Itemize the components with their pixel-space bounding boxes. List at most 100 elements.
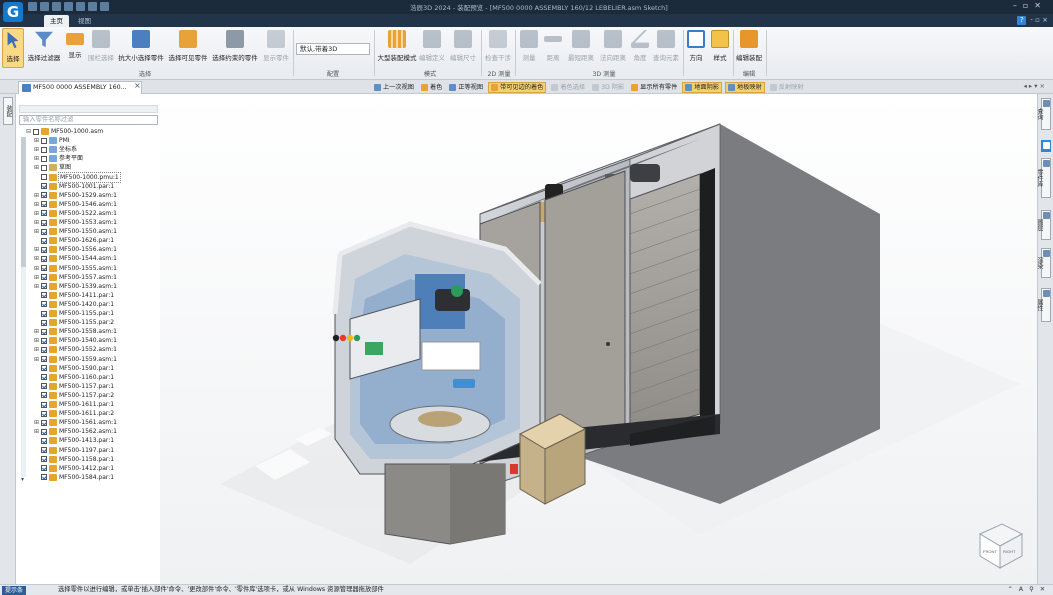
expand-toggle-icon[interactable]: ⊞ bbox=[34, 254, 41, 263]
expand-toggle-icon[interactable]: ⊞ bbox=[34, 145, 41, 154]
tree-node[interactable]: MF500-1160.par:1 bbox=[34, 373, 115, 382]
tree-node[interactable]: ⊞ 坐标系 bbox=[34, 145, 78, 154]
visibility-checkbox[interactable] bbox=[41, 228, 47, 235]
ribbon-minimize-controls[interactable]: - ▫ × bbox=[1030, 16, 1048, 25]
3d-viewport[interactable]: FRONT RIGHT bbox=[160, 94, 1037, 584]
tree-node[interactable]: ⊞ MF500-1561.asm:1 bbox=[34, 418, 118, 427]
select-visible-button[interactable]: 选择可见零件 bbox=[167, 28, 209, 68]
expand-toggle-icon[interactable]: ⊞ bbox=[34, 427, 41, 436]
query-element-button[interactable]: 查询元素 bbox=[652, 28, 680, 68]
properties-tab[interactable]: 属性 bbox=[1036, 288, 1051, 322]
expand-toggle-icon[interactable]: ⊞ bbox=[34, 154, 41, 163]
reflection-map-button[interactable]: 反射映射 bbox=[768, 82, 806, 93]
visibility-checkbox[interactable] bbox=[41, 146, 47, 153]
edit-assembly-button[interactable]: 编辑装配 bbox=[735, 28, 763, 68]
visibility-checkbox[interactable] bbox=[41, 174, 47, 180]
tab-navigation-arrows[interactable]: ◂ ▸ ▾ × bbox=[1024, 82, 1045, 90]
visibility-checkbox[interactable] bbox=[41, 274, 47, 281]
tree-node[interactable]: MF500-1155.par:1 bbox=[34, 309, 115, 318]
angle-button[interactable]: 角度 bbox=[630, 28, 650, 68]
visibility-checkbox[interactable] bbox=[41, 374, 47, 381]
select-by-size-button[interactable]: 抗大小选择零件 bbox=[117, 28, 165, 68]
assembly-pathfinder-tab[interactable]: 装配 bbox=[3, 97, 13, 125]
expand-toggle-icon[interactable]: ⊟ bbox=[26, 127, 33, 136]
shade-selection-button[interactable]: 着色选择 bbox=[549, 82, 587, 93]
visibility-checkbox[interactable] bbox=[41, 310, 47, 317]
visibility-checkbox[interactable] bbox=[41, 319, 47, 326]
tree-node[interactable]: MF500-1420.par:1 bbox=[34, 300, 115, 309]
undo-icon[interactable] bbox=[64, 2, 73, 11]
distance-button[interactable]: 距离 bbox=[542, 28, 564, 68]
visibility-checkbox[interactable] bbox=[41, 201, 47, 208]
normal-distance-button[interactable]: 法向距离 bbox=[598, 28, 628, 68]
visibility-checkbox[interactable] bbox=[41, 183, 47, 190]
visibility-checkbox[interactable] bbox=[41, 465, 47, 472]
expand-toggle-icon[interactable]: ⊞ bbox=[34, 227, 41, 236]
tree-node[interactable]: MF500-1001.par:1 bbox=[34, 182, 115, 191]
tree-node[interactable]: ⊞ MF500-1559.asm:1 bbox=[34, 355, 118, 364]
visibility-checkbox[interactable] bbox=[41, 401, 47, 408]
floor-reflection-button[interactable]: 地板映射 bbox=[725, 82, 765, 93]
isometric-view-button[interactable]: 正等视图 bbox=[447, 82, 485, 93]
visibility-checkbox[interactable] bbox=[41, 155, 47, 162]
expand-toggle-icon[interactable]: ⊞ bbox=[34, 355, 41, 364]
help-icon[interactable]: ? bbox=[1017, 16, 1027, 25]
visibility-checkbox[interactable] bbox=[41, 265, 47, 271]
tree-node[interactable]: ⊟ MF500-1000.asm bbox=[26, 127, 104, 136]
tree-node[interactable]: MF500-1590.par:1 bbox=[34, 364, 115, 373]
scrollbar-thumb[interactable] bbox=[21, 137, 26, 267]
visibility-checkbox[interactable] bbox=[41, 365, 47, 372]
expand-toggle-icon[interactable]: ⊞ bbox=[34, 163, 41, 172]
visibility-checkbox[interactable] bbox=[41, 410, 47, 417]
app-logo-icon[interactable]: G bbox=[3, 2, 23, 22]
visibility-checkbox[interactable] bbox=[41, 219, 47, 226]
visibility-checkbox[interactable] bbox=[41, 237, 47, 244]
visibility-checkbox[interactable] bbox=[41, 301, 47, 308]
expand-toggle-icon[interactable]: ⊞ bbox=[34, 191, 41, 200]
tree-node[interactable]: MF500-1412.par:1 bbox=[34, 464, 115, 473]
redo-icon[interactable] bbox=[76, 2, 85, 11]
show-button[interactable]: 显示 bbox=[64, 28, 86, 68]
visibility-checkbox[interactable] bbox=[41, 474, 47, 481]
visibility-checkbox[interactable] bbox=[41, 437, 47, 444]
visibility-checkbox[interactable] bbox=[41, 447, 47, 453]
expand-toggle-icon[interactable]: ⊞ bbox=[34, 273, 41, 282]
expand-toggle-icon[interactable]: ⊞ bbox=[34, 345, 41, 354]
tree-node[interactable]: ⊞ MF500-1522.asm:1 bbox=[34, 209, 118, 218]
tree-node[interactable]: ⊞ MF500-1546.asm:1 bbox=[34, 200, 118, 209]
expand-toggle-icon[interactable]: ⊞ bbox=[34, 264, 41, 273]
visibility-checkbox[interactable] bbox=[41, 383, 47, 390]
visibility-checkbox[interactable] bbox=[41, 164, 47, 171]
measure-button[interactable]: 测量 bbox=[518, 28, 540, 68]
tab-home[interactable]: 主页 bbox=[44, 15, 69, 27]
visibility-checkbox[interactable] bbox=[41, 246, 47, 253]
tree-node[interactable]: MF500-1000.pmu:1 bbox=[34, 171, 121, 183]
expand-toggle-icon[interactable]: ⊞ bbox=[34, 336, 41, 345]
tree-node[interactable]: MF500-1413.par:1 bbox=[34, 436, 115, 445]
close-icon[interactable]: × bbox=[134, 81, 141, 90]
open-file-icon[interactable] bbox=[40, 2, 49, 11]
visibility-checkbox[interactable] bbox=[41, 255, 47, 262]
visibility-checkbox[interactable] bbox=[41, 428, 47, 435]
tree-node[interactable]: ⊞ MF500-1556.asm:1 bbox=[34, 245, 118, 254]
tree-node[interactable]: ⊞ MF500-1544.asm:1 bbox=[34, 254, 118, 263]
expand-toggle-icon[interactable]: ⊞ bbox=[34, 136, 41, 145]
tree-scrollbar[interactable] bbox=[21, 137, 26, 477]
tree-node[interactable]: MF500-1157.par:1 bbox=[34, 382, 115, 391]
visibility-checkbox[interactable] bbox=[41, 210, 47, 217]
visibility-checkbox[interactable] bbox=[41, 419, 47, 426]
interference-button[interactable]: 检查干涉 bbox=[484, 28, 512, 68]
tree-node[interactable]: ⊞ MF500-1557.asm:1 bbox=[34, 273, 118, 282]
ground-shadow-button[interactable]: 地面阴影 bbox=[682, 82, 723, 93]
tree-node[interactable]: ⊞ 参考平面 bbox=[34, 154, 84, 163]
folder-icon[interactable] bbox=[100, 2, 109, 11]
large-assembly-mode-button[interactable]: 大型装配模式 bbox=[376, 28, 418, 68]
visibility-checkbox[interactable] bbox=[41, 137, 47, 144]
tab-view[interactable]: 视图 bbox=[72, 15, 97, 27]
show-part-button[interactable]: 显示零件 bbox=[261, 28, 291, 68]
window-controls[interactable]: –▫✕ bbox=[1013, 1, 1047, 10]
expand-toggle-icon[interactable]: ⊞ bbox=[34, 218, 41, 227]
visibility-checkbox[interactable] bbox=[41, 392, 47, 399]
document-tab[interactable]: MF500 0000 ASSEMBLY 160... bbox=[18, 81, 142, 94]
show-all-parts-button[interactable]: 显示所有零件 bbox=[629, 82, 679, 93]
